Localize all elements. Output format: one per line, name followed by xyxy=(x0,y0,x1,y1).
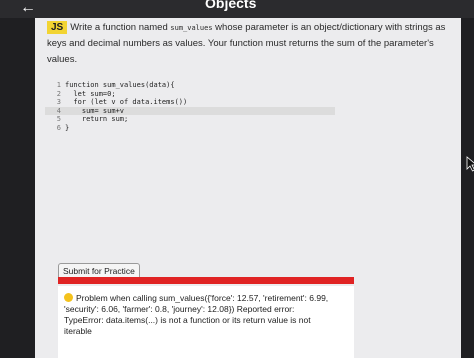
line-number: 3 xyxy=(56,98,61,107)
code-text[interactable]: } xyxy=(65,124,69,132)
code-line[interactable]: 3 for (let v of data.items()) xyxy=(45,98,335,107)
mouse-pointer-icon xyxy=(466,156,474,177)
page-title: Objects xyxy=(205,0,257,11)
line-number: 5 xyxy=(56,115,61,124)
code-text[interactable]: let sum=0; xyxy=(65,90,115,98)
code-text[interactable]: sum= sum+v xyxy=(65,107,124,115)
code-line[interactable]: 5 return sum; xyxy=(45,115,335,124)
sad-face-icon xyxy=(64,293,73,302)
result-panel: Problem when calling sum_values({'force'… xyxy=(58,286,354,358)
top-bar: ← Objects xyxy=(0,0,474,18)
line-number: 1 xyxy=(56,81,61,89)
line-number: 4 xyxy=(56,106,61,115)
exercise-card: JS Write a function named sum_values whos… xyxy=(35,18,474,358)
error-message-text: Problem when calling sum_values({'force'… xyxy=(64,293,329,336)
back-arrow-icon[interactable]: ← xyxy=(20,0,36,16)
line-number: 2 xyxy=(56,89,61,98)
exercise-prompt: JS Write a function named sum_values whos… xyxy=(47,20,451,68)
status-bar-error xyxy=(58,277,354,284)
code-text[interactable]: for (let v of data.items()) xyxy=(65,98,187,106)
language-badge: JS xyxy=(47,21,68,34)
prompt-function-name: sum_values xyxy=(170,24,213,32)
code-editor[interactable]: 1 function sum_values(data){ 2 let sum=0;… xyxy=(45,81,335,133)
error-message: Problem when calling sum_values({'force'… xyxy=(64,293,334,337)
line-number: 6 xyxy=(56,123,61,132)
code-text[interactable]: return sum; xyxy=(65,115,128,123)
code-line[interactable]: 6} xyxy=(45,124,335,133)
code-line[interactable]: 2 let sum=0; xyxy=(45,90,335,99)
code-text[interactable]: function sum_values(data){ xyxy=(65,81,175,89)
prompt-text-start: Write a function named xyxy=(70,22,171,33)
code-line-active[interactable]: 4 sum= sum+v xyxy=(45,106,335,116)
code-line[interactable]: 1 function sum_values(data){ xyxy=(45,81,335,90)
